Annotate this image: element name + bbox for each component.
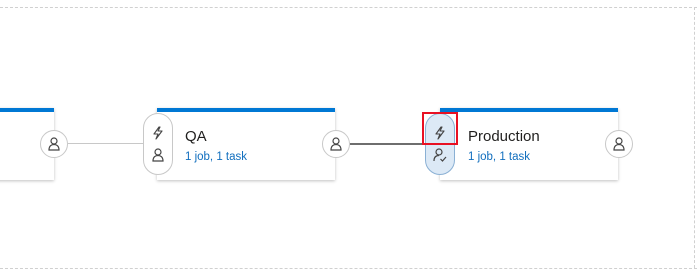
stage-tasks-link[interactable]: 1 job, 1 task <box>468 151 530 163</box>
stage-name[interactable]: QA <box>185 128 207 145</box>
stage-name[interactable]: Production <box>468 128 540 145</box>
trigger-highlight-box <box>422 112 458 145</box>
canvas-bottom-border <box>0 268 697 269</box>
pre-deployment-conditions-qa[interactable] <box>143 113 173 175</box>
stage-tasks-link[interactable]: 1 job, 1 task <box>185 151 247 163</box>
lightning-bolt-icon <box>151 126 165 140</box>
canvas-top-border <box>0 7 697 8</box>
stage-card-qa[interactable]: QA 1 job, 1 task <box>157 108 335 180</box>
stage-card-production[interactable]: Production 1 job, 1 task <box>440 108 618 180</box>
post-deployment-approvers-production[interactable] <box>605 130 633 158</box>
canvas-right-border <box>694 7 695 268</box>
person-check-icon <box>433 148 447 162</box>
post-deployment-approvers-qa[interactable] <box>322 130 350 158</box>
person-icon <box>151 148 165 162</box>
person-icon <box>613 137 625 151</box>
release-pipeline-canvas: QA 1 job, 1 task Production 1 job, 1 tas… <box>0 0 697 271</box>
post-deployment-approvers-button[interactable] <box>40 130 68 158</box>
connector-stage1-to-qa <box>68 143 144 144</box>
person-icon <box>48 137 60 151</box>
person-icon <box>330 137 342 151</box>
connector-qa-to-production <box>350 143 424 145</box>
